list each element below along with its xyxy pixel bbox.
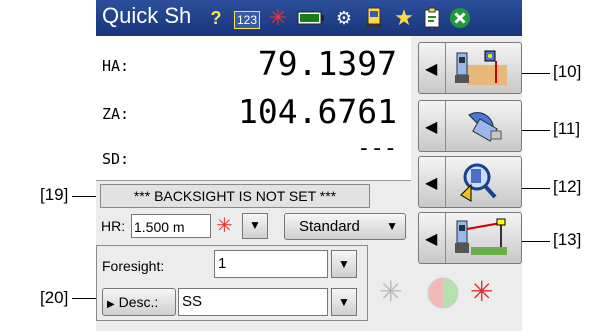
chevron-down-icon: ▼ [338, 257, 350, 271]
left-arrow-icon: ◀ [425, 61, 438, 78]
hr-label: HR: [101, 218, 126, 234]
search-instrument-icon [451, 161, 513, 203]
satellite-dish-icon [451, 105, 513, 147]
settings-gear-icon[interactable]: ⚙ [332, 6, 356, 30]
chevron-down-icon: ▼ [338, 295, 350, 309]
left-arrow-icon: ◀ [425, 175, 438, 192]
backsight-status-banner: *** BACKSIGHT IS NOT SET *** [100, 184, 370, 208]
instrument-icon[interactable] [362, 6, 386, 30]
mode-select[interactable]: Standard ▼ [284, 213, 406, 240]
sd-value: --- [357, 136, 397, 161]
callout-19: [19] [40, 185, 69, 204]
callout-20: [20] [40, 288, 69, 307]
expand-arrow-button[interactable]: ◀ [419, 213, 446, 263]
foresight-label: Foresight: [102, 258, 165, 274]
expand-arrow-button[interactable]: ◀ [419, 101, 446, 151]
laser-on-icon[interactable]: ✳ [470, 278, 493, 306]
close-icon[interactable] [448, 6, 472, 30]
clipboard-icon[interactable] [420, 6, 444, 30]
numeric-123-icon[interactable]: 123 [232, 6, 262, 30]
callout-line-20 [72, 298, 96, 299]
laser-pointer-icon[interactable]: ✳ [216, 213, 233, 238]
instrument-on-site-button[interactable]: ◀ [418, 42, 522, 94]
ha-value: 79.1397 [257, 44, 397, 83]
desc-button-label: Desc.: [118, 294, 159, 310]
left-arrow-icon: ◀ [425, 231, 438, 248]
hr-dropdown-button[interactable]: ▼ [242, 213, 268, 239]
device-screen: Quick Sh ? 123 ✳ ⚙ ★ HA: 79.1397 ZA: 104… [96, 0, 522, 331]
numeric-123-label: 123 [233, 11, 261, 29]
za-value: 104.6761 [238, 92, 397, 131]
callout-13: [13] [553, 230, 582, 249]
za-label: ZA: [102, 105, 130, 123]
left-arrow-icon: ◀ [425, 119, 438, 136]
expand-arrow-button[interactable]: ◀ [419, 43, 446, 93]
desc-input[interactable]: SS [178, 288, 328, 316]
callout-10: [10] [553, 62, 582, 81]
battery-icon[interactable] [296, 6, 326, 30]
laser-off-icon[interactable]: ✳ [379, 278, 402, 306]
desc-button[interactable]: ▶ Desc.: [102, 288, 176, 316]
chevron-down-icon: ▼ [249, 218, 261, 232]
app-title: Quick Sh [102, 3, 192, 28]
sd-label: SD: [102, 150, 130, 168]
foresight-dropdown-button[interactable]: ▼ [331, 250, 357, 278]
desc-dropdown-button[interactable]: ▼ [331, 288, 357, 316]
favorites-star-icon[interactable]: ★ [392, 6, 416, 30]
instrument-to-target-icon [451, 217, 513, 259]
instrument-on-site-icon [451, 47, 513, 89]
ha-label: HA: [102, 57, 130, 75]
callout-11: [11] [553, 119, 581, 138]
expand-arrow-button[interactable]: ◀ [419, 157, 446, 207]
signal-indicator-icon[interactable] [426, 276, 460, 315]
instrument-to-target-button[interactable]: ◀ [418, 212, 522, 264]
play-arrow-icon: ▶ [107, 299, 115, 310]
foresight-input[interactable]: 1 [214, 250, 328, 278]
callout-12: [12] [553, 177, 582, 196]
readings-panel: HA: 79.1397 ZA: 104.6761 SD: --- [96, 36, 411, 181]
title-bar: Quick Sh ? 123 ✳ ⚙ ★ [96, 0, 522, 36]
chevron-down-icon: ▼ [386, 219, 398, 233]
satellite-dish-button[interactable]: ◀ [418, 100, 522, 152]
mode-label: Standard [299, 218, 360, 235]
search-instrument-button[interactable]: ◀ [418, 156, 522, 208]
laser-icon[interactable]: ✳ [266, 6, 290, 30]
help-icon[interactable]: ? [204, 6, 228, 30]
hr-input[interactable]: 1.500 m [131, 214, 211, 238]
